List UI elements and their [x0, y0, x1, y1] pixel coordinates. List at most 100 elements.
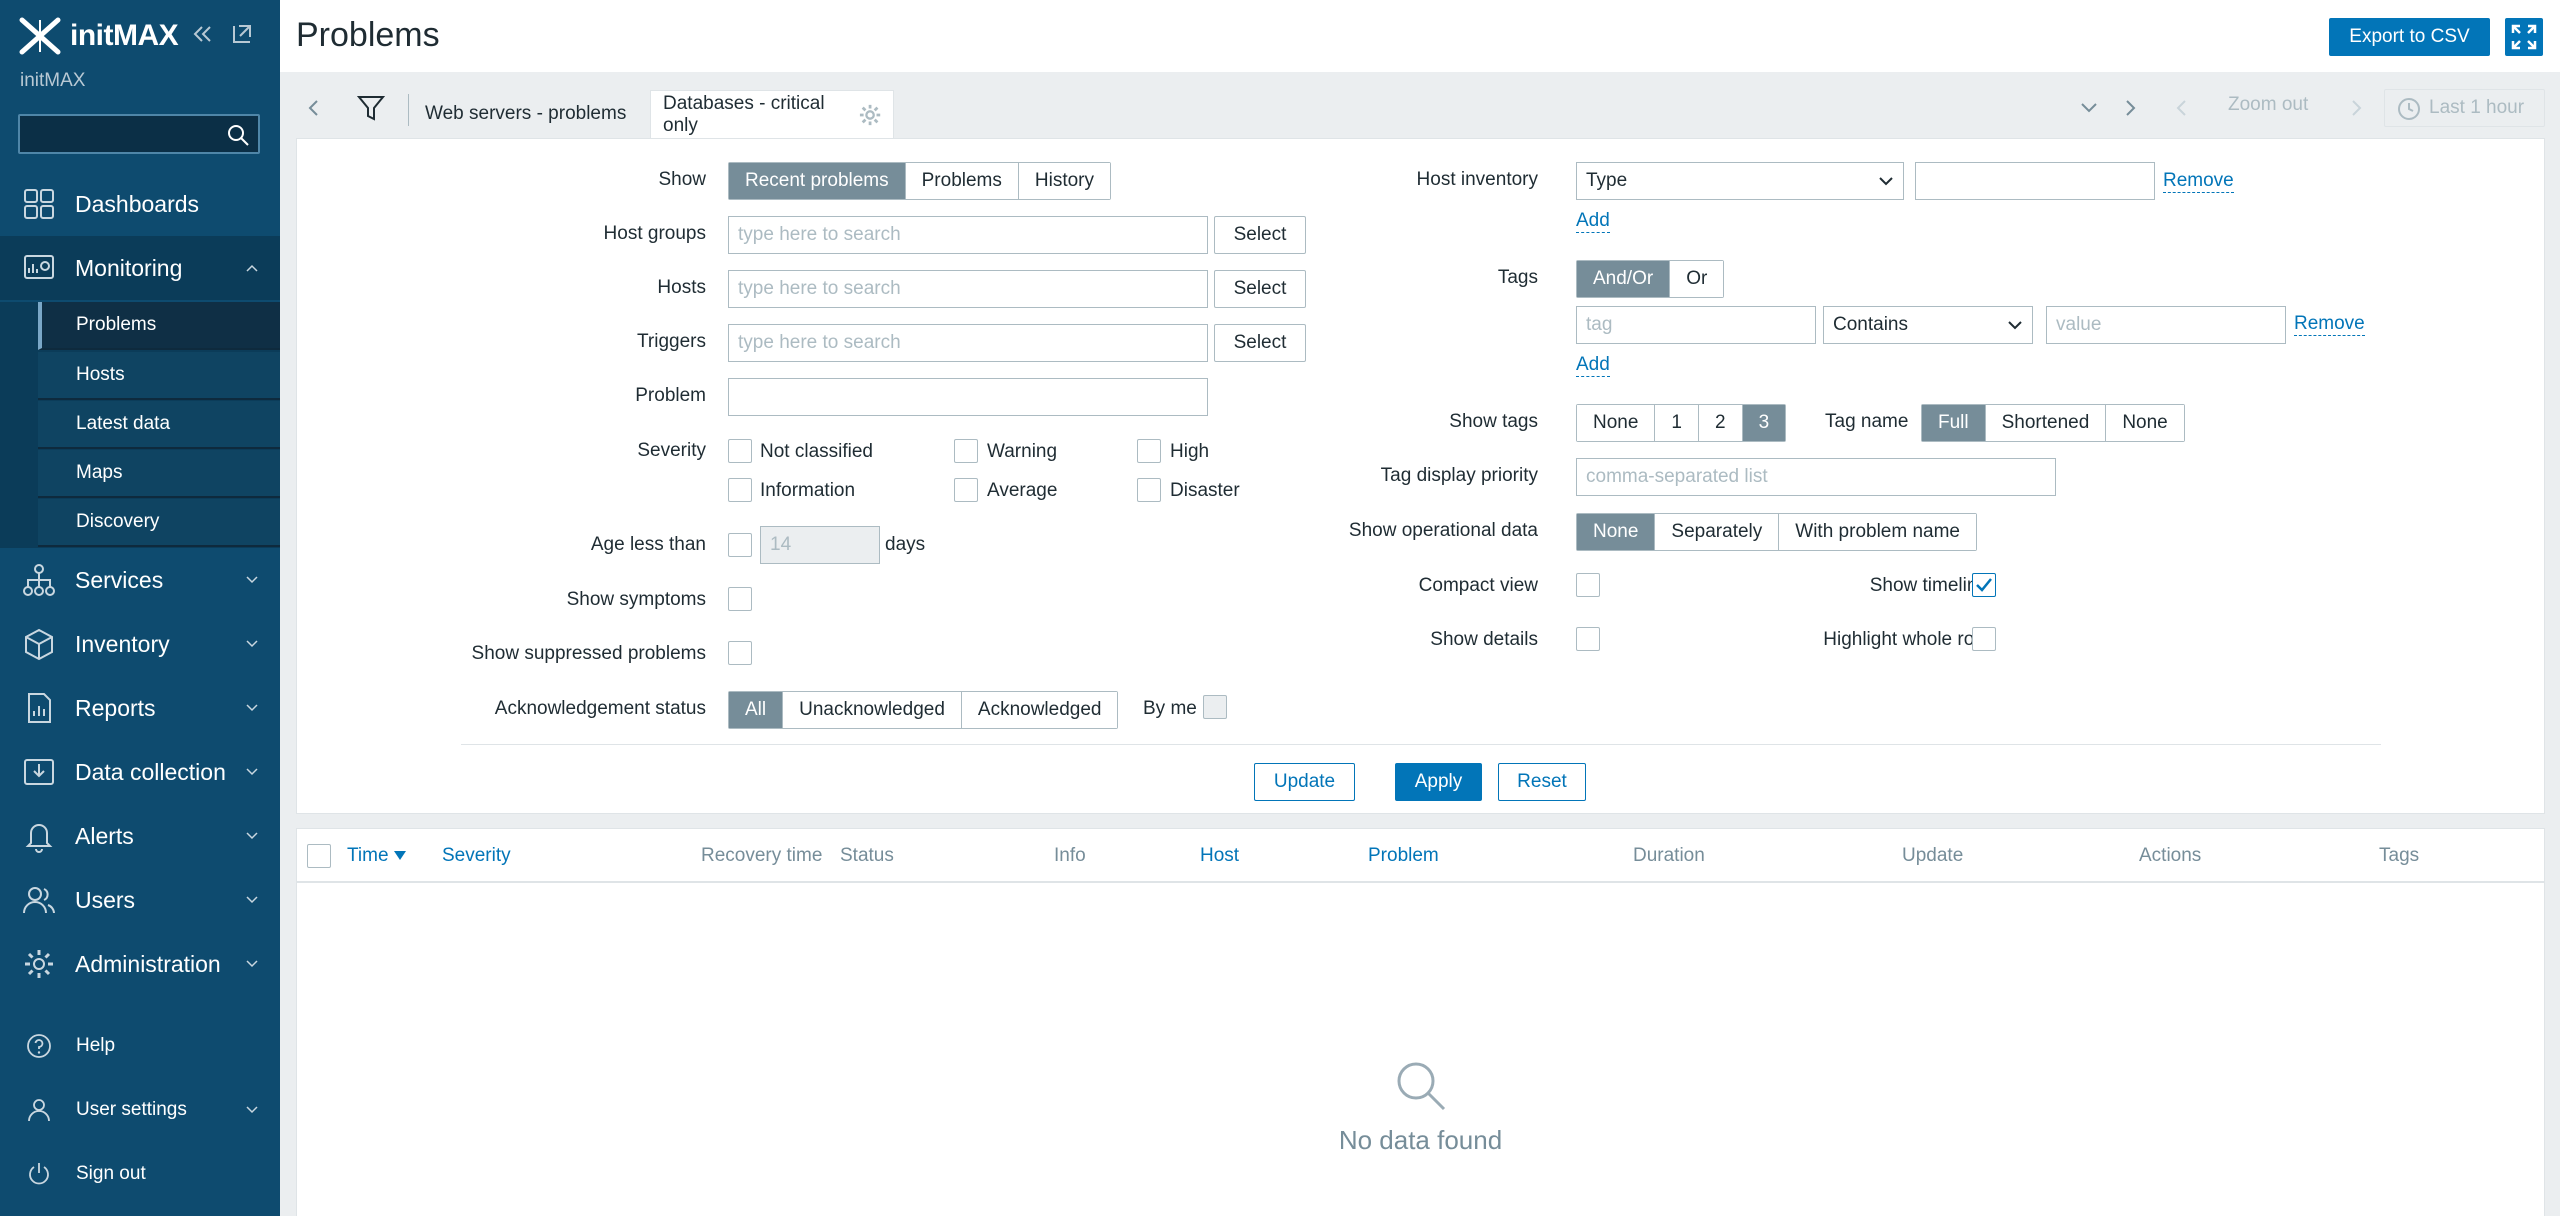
menu-inventory[interactable]: Inventory [0, 612, 280, 676]
chevron-right-icon[interactable] [2344, 96, 2368, 120]
submenu-hosts[interactable]: Hosts [38, 352, 280, 400]
chevron-left-icon[interactable] [302, 96, 326, 120]
by-me-checkbox[interactable] [1203, 695, 1227, 719]
hosts-select-button[interactable]: Select [1214, 270, 1306, 308]
menu-help[interactable]: Help [0, 1018, 280, 1074]
menu-dashboards[interactable]: Dashboards [0, 172, 280, 236]
triggers-select-button[interactable]: Select [1214, 324, 1306, 362]
column-host[interactable]: Host [1200, 845, 1239, 867]
reset-button[interactable]: Reset [1498, 763, 1586, 801]
chevron-left-icon[interactable] [2170, 96, 2194, 120]
severity-warning-checkbox[interactable] [954, 439, 978, 463]
update-button[interactable]: Update [1254, 763, 1355, 801]
apply-button[interactable]: Apply [1395, 763, 1482, 801]
opdata-with-problem-name[interactable]: With problem name [1779, 514, 1976, 550]
submenu-problems[interactable]: Problems [38, 302, 280, 350]
tag-name-input[interactable]: tag [1576, 306, 1816, 344]
chevron-down-icon[interactable] [2077, 96, 2101, 120]
column-problem[interactable]: Problem [1368, 845, 1439, 867]
gear-icon[interactable] [859, 103, 881, 127]
menu-reports[interactable]: Reports [0, 676, 280, 740]
menu-alerts[interactable]: Alerts [0, 804, 280, 868]
tab-databases[interactable]: Databases - critical only [650, 90, 894, 138]
severity-high-checkbox[interactable] [1137, 439, 1161, 463]
zoom-out-button[interactable]: Zoom out [2228, 94, 2308, 116]
compact-view-checkbox[interactable] [1576, 573, 1600, 597]
filter-icon[interactable] [356, 93, 386, 123]
age-checkbox[interactable] [728, 533, 752, 557]
search-icon[interactable] [226, 123, 250, 147]
submenu-latest-data[interactable]: Latest data [38, 401, 280, 449]
submenu-discovery[interactable]: Discovery [38, 499, 280, 547]
menu-administration[interactable]: Administration [0, 932, 280, 996]
show-tags-3[interactable]: 3 [1742, 405, 1786, 441]
menu-users[interactable]: Users [0, 868, 280, 932]
menu-user-settings[interactable]: User settings [0, 1082, 280, 1138]
tags-and-or[interactable]: And/Or [1577, 261, 1671, 297]
power-icon [29, 1163, 49, 1185]
time-period-button[interactable]: Last 1 hour [2384, 89, 2545, 127]
show-details-checkbox[interactable] [1576, 627, 1600, 651]
tag-value-input[interactable]: value [2046, 306, 2286, 344]
opdata-none[interactable]: None [1577, 514, 1656, 550]
show-suppressed-checkbox[interactable] [728, 641, 752, 665]
sidebar-search-input[interactable] [18, 114, 260, 154]
ack-all[interactable]: All [729, 692, 784, 728]
inventory-type-select[interactable]: Type [1576, 162, 1904, 200]
host-groups-select-button[interactable]: Select [1214, 216, 1306, 254]
tags-or[interactable]: Or [1670, 261, 1724, 297]
age-input[interactable]: 14 [760, 526, 880, 564]
hosts-input[interactable]: type here to search [728, 270, 1208, 308]
chevron-right-icon[interactable] [2118, 96, 2142, 120]
show-tags-1[interactable]: 1 [1655, 405, 1699, 441]
show-history[interactable]: History [1018, 163, 1110, 199]
inventory-value-input[interactable] [1915, 162, 2155, 200]
column-severity[interactable]: Severity [442, 845, 511, 867]
severity-average-checkbox[interactable] [954, 478, 978, 502]
chevron-down-icon [246, 1106, 258, 1114]
severity-information-checkbox[interactable] [728, 478, 752, 502]
tag-add-link[interactable]: Add [1576, 354, 1610, 377]
menu-services[interactable]: Services [0, 548, 280, 612]
help-icon [27, 1034, 51, 1058]
export-csv-button[interactable]: Export to CSV [2329, 18, 2490, 56]
opdata-separately[interactable]: Separately [1655, 514, 1780, 550]
show-timeline-checkbox[interactable] [1972, 573, 1996, 597]
triggers-input[interactable]: type here to search [728, 324, 1208, 362]
show-tags-2[interactable]: 2 [1699, 405, 1743, 441]
ack-unacknowledged[interactable]: Unacknowledged [783, 692, 962, 728]
brand-name: initMAX [70, 19, 179, 52]
kiosk-mode-icon[interactable] [230, 22, 254, 46]
problem-input[interactable] [728, 378, 1208, 416]
show-recent-problems[interactable]: Recent problems [729, 163, 906, 199]
show-tags-none[interactable]: None [1577, 405, 1656, 441]
inventory-add-link[interactable]: Add [1576, 210, 1610, 233]
submenu-maps[interactable]: Maps [38, 450, 280, 498]
highlight-row-checkbox[interactable] [1972, 627, 1996, 651]
severity-disaster-checkbox[interactable] [1137, 478, 1161, 502]
tab-web-servers[interactable]: Web servers - problems [413, 90, 638, 138]
menu-monitoring[interactable]: Monitoring [0, 236, 280, 300]
column-time[interactable]: Time [347, 845, 406, 867]
severity-not-classified-checkbox[interactable] [728, 439, 752, 463]
show-symptoms-checkbox[interactable] [728, 587, 752, 611]
tag-name-full[interactable]: Full [1922, 405, 1986, 441]
inventory-remove-link[interactable]: Remove [2163, 170, 2234, 193]
menu-sign-out[interactable]: Sign out [0, 1146, 280, 1202]
fullscreen-button[interactable] [2505, 18, 2543, 56]
ack-acknowledged[interactable]: Acknowledged [961, 692, 1118, 728]
host-groups-input[interactable]: type here to search [728, 216, 1208, 254]
users-icon [23, 887, 55, 914]
brand-logo[interactable]: initMAX [18, 16, 179, 56]
menu-data-collection[interactable]: Data collection [0, 740, 280, 804]
show-problems[interactable]: Problems [905, 163, 1019, 199]
data-collection-icon [24, 759, 54, 785]
tag-remove-link[interactable]: Remove [2294, 313, 2365, 336]
collapse-sidebar-icon[interactable] [190, 22, 214, 46]
tag-name-none[interactable]: None [2106, 405, 2184, 441]
tag-priority-input[interactable]: comma-separated list [1576, 458, 2056, 496]
tag-name-shortened[interactable]: Shortened [1985, 405, 2107, 441]
tag-operator-select[interactable]: Contains [1823, 306, 2033, 344]
select-all-checkbox[interactable] [307, 844, 331, 868]
opdata-label: Show operational data [1348, 520, 1538, 541]
